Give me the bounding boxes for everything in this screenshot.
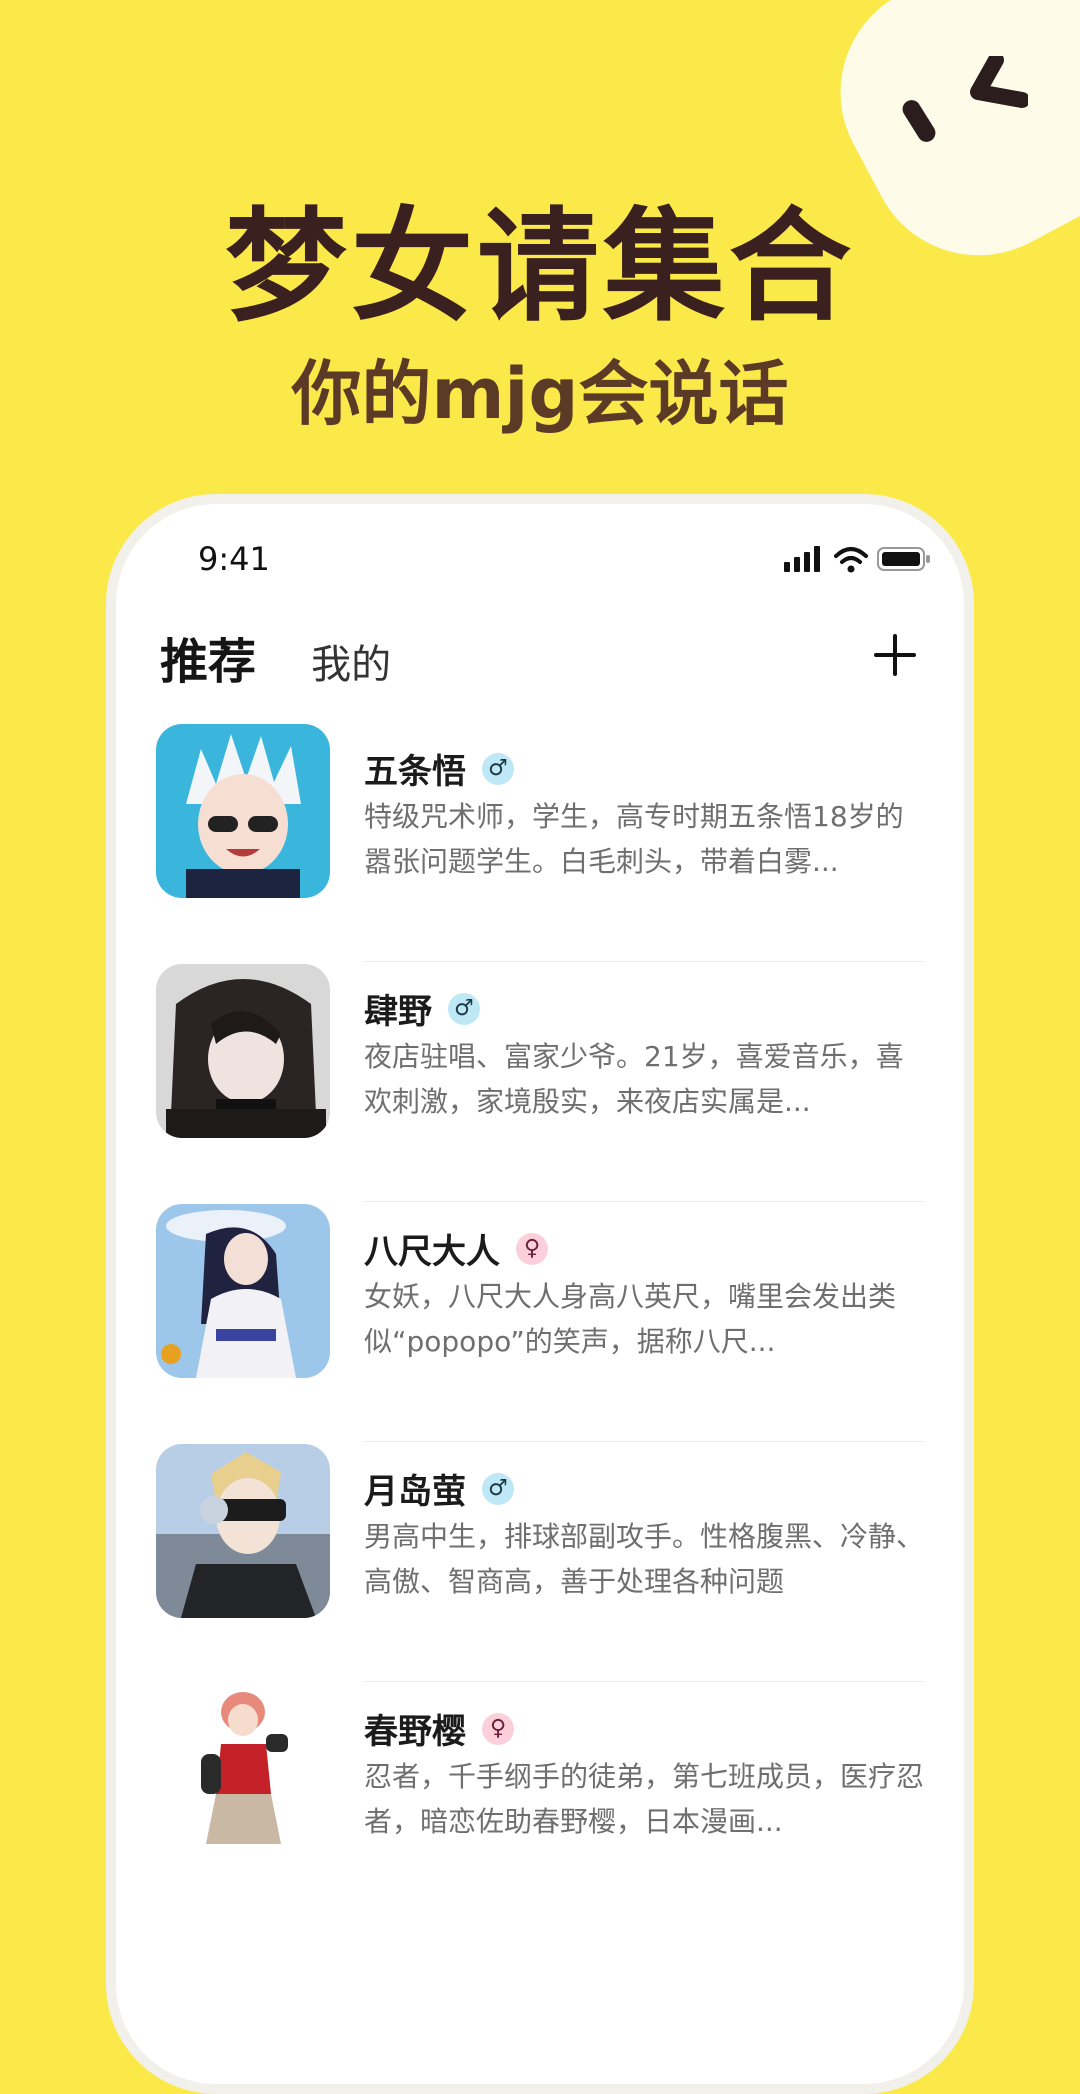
avatar — [156, 964, 330, 1138]
tab-bar: 推荐 我的 — [160, 622, 391, 692]
male-icon: ♂ — [448, 992, 480, 1025]
status-time: 9:41 — [198, 540, 270, 578]
decorative-mark — [970, 56, 1028, 108]
list-item[interactable]: 肆野 ♂ 夜店驻唱、富家少爷。21岁，喜爱音乐，喜欢刺激，家境殷实，来夜店实属是… — [116, 962, 964, 1202]
list-item[interactable]: 八尺大人 ♀ 女妖，八尺大人身高八英尺，嘴里会发出类似“popopo”的笑声，据… — [116, 1202, 964, 1442]
character-name: 八尺大人 — [364, 1232, 500, 1272]
character-name: 肆野 — [364, 992, 432, 1032]
signal-icon — [784, 546, 820, 572]
character-description: 男高中生，排球部副攻手。性格腹黑、冷静、高傲、智商高，善于处理各种问题 — [364, 1520, 925, 1598]
hero-subtitle: 你的mjg会说话 — [291, 353, 789, 435]
tab-recommended[interactable]: 推荐 — [160, 622, 256, 692]
phone-mockup: 9:41 推荐 我的 五条悟 ♂ 特级咒术师，学生，高专时期五条悟18岁的嚣张问… — [106, 494, 974, 2094]
avatar — [156, 1444, 330, 1618]
character-list: 五条悟 ♂ 特级咒术师，学生，高专时期五条悟18岁的嚣张问题学生。白毛刺头，带着… — [116, 722, 964, 1922]
list-item[interactable]: 月岛萤 ♂ 男高中生，排球部副攻手。性格腹黑、冷静、高傲、智商高，善于处理各种问… — [116, 1442, 964, 1682]
character-description: 夜店驻唱、富家少爷。21岁，喜爱音乐，喜欢刺激，家境殷实，来夜店实属是... — [364, 1040, 904, 1118]
character-name: 春野樱 — [364, 1712, 466, 1752]
character-name: 月岛萤 — [364, 1472, 466, 1512]
battery-icon — [877, 547, 930, 571]
character-description: 忍者，千手纲手的徒弟，第七班成员，医疗忍者，暗恋佐助春野樱，日本漫画... — [364, 1760, 925, 1838]
avatar — [156, 1204, 330, 1378]
male-icon: ♂ — [482, 1472, 514, 1505]
female-icon: ♀ — [482, 1712, 514, 1745]
tab-mine[interactable]: 我的 — [311, 632, 391, 690]
list-item[interactable]: 春野樱 ♀ 忍者，千手纲手的徒弟，第七班成员，医疗忍者，暗恋佐助春野樱，日本漫画… — [116, 1682, 964, 1922]
avatar — [156, 724, 330, 898]
wifi-icon — [834, 547, 868, 573]
male-icon: ♂ — [482, 752, 514, 785]
hero-title: 梦女请集合 — [225, 196, 855, 338]
status-icons — [784, 544, 934, 578]
female-icon: ♀ — [516, 1232, 548, 1265]
plus-icon[interactable] — [874, 634, 916, 676]
list-item[interactable]: 五条悟 ♂ 特级咒术师，学生，高专时期五条悟18岁的嚣张问题学生。白毛刺头，带着… — [116, 722, 964, 962]
character-description: 女妖，八尺大人身高八英尺，嘴里会发出类似“popopo”的笑声，据称八尺... — [364, 1280, 897, 1358]
avatar — [156, 1684, 330, 1858]
character-name: 五条悟 — [364, 752, 466, 792]
character-description: 特级咒术师，学生，高专时期五条悟18岁的嚣张问题学生。白毛刺头，带着白雾... — [364, 800, 904, 878]
